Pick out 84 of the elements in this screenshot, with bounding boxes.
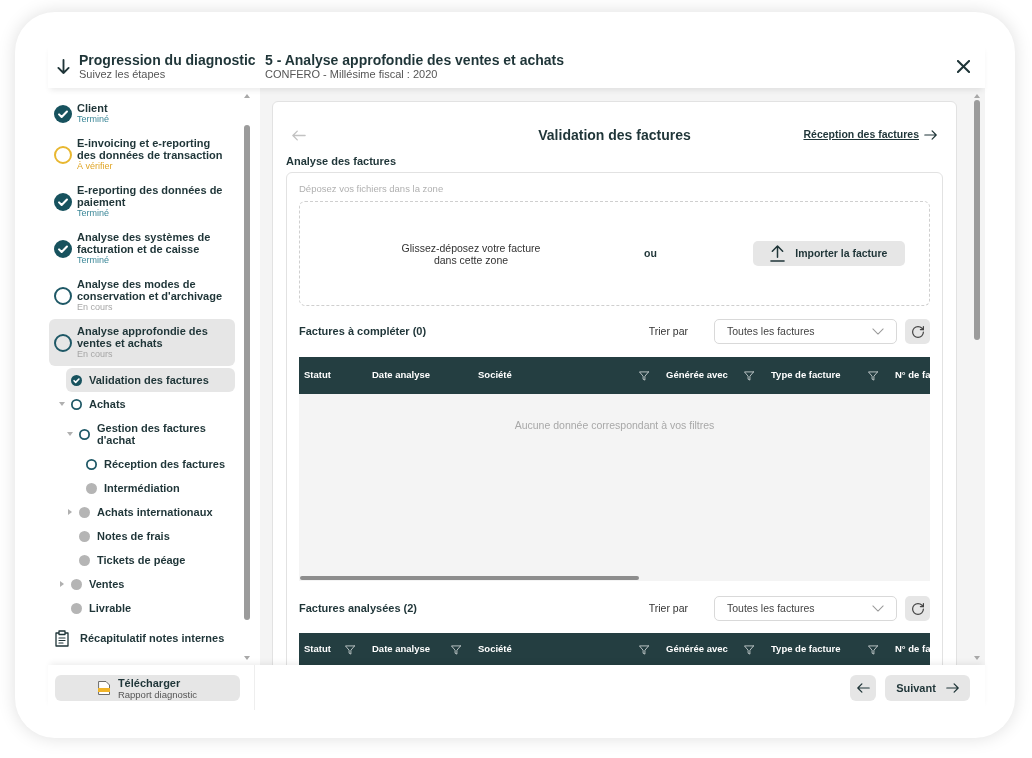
sidebar-subitem[interactable]: Ventes — [66, 572, 235, 596]
sidebar-step[interactable]: E-reporting des données de paiement Terminé — [49, 178, 235, 225]
notes-link[interactable]: Récapitulatif notes internes — [55, 628, 235, 648]
filter-icon[interactable] — [868, 370, 878, 381]
sidebar-step[interactable]: Client Terminé — [49, 96, 235, 131]
arrow-left-icon — [856, 683, 870, 693]
sidebar-subitem[interactable]: Tickets de péage — [74, 548, 235, 572]
page-subtitle: CONFERO - Millésime fiscal : 2020 — [265, 68, 439, 81]
scroll-down-icon[interactable] — [974, 656, 980, 660]
close-icon[interactable] — [957, 60, 970, 73]
arrow-right-icon — [945, 683, 959, 693]
column-header: N° de fa — [895, 368, 930, 383]
refresh-icon — [911, 602, 924, 615]
dropzone-hint: Déposez vos fichiers dans la zone — [299, 183, 445, 195]
sort-select[interactable]: Toutes les factures — [714, 596, 897, 621]
sidebar-subitem[interactable]: Validation des factures — [66, 368, 235, 392]
sidebar-subitem[interactable]: Achats — [66, 392, 235, 416]
column-header: Date analyse — [372, 368, 431, 383]
upload-icon — [770, 245, 786, 262]
filter-icon[interactable] — [345, 644, 355, 655]
arrow-down-icon[interactable] — [57, 59, 70, 74]
horizontal-scrollbar-thumb[interactable] — [300, 576, 639, 580]
sort-label: Trier par — [648, 600, 688, 616]
filter-icon[interactable] — [639, 644, 649, 655]
chevron-down-icon — [872, 328, 884, 335]
dropzone[interactable]: Glissez-déposez votre facture dans cette zone ou Importer la facture — [299, 201, 930, 306]
column-header: Statut — [304, 368, 331, 383]
table-title: Factures analysées (2) — [299, 601, 417, 617]
sidebar-step[interactable]: Analyse approfondie des ventes et achats En cours — [49, 319, 235, 366]
caret-right-icon[interactable] — [67, 509, 72, 515]
scrollbar-thumb[interactable] — [244, 125, 250, 620]
caret-down-icon[interactable] — [58, 402, 65, 406]
dropzone-text: Glissez-déposez votre facture dans cette zone — [400, 241, 542, 266]
column-header: Générée avec — [666, 642, 728, 657]
refresh-button[interactable] — [905, 319, 930, 344]
filter-icon[interactable] — [744, 370, 754, 381]
sidebar-subitem[interactable]: Gestion des factures d'achat — [74, 416, 235, 452]
pdf-file-icon — [97, 681, 110, 695]
sort-label: Trier par — [648, 323, 688, 339]
scrollbar-thumb[interactable] — [974, 100, 980, 340]
column-header: Statut — [304, 642, 331, 657]
sidebar-subitem[interactable]: Achats internationaux — [74, 500, 235, 524]
scroll-up-icon[interactable] — [974, 94, 980, 98]
column-header: Type de facture — [771, 642, 841, 657]
empty-message: Aucune donnée correspondant à vos filtres — [513, 418, 716, 433]
column-header: Date analyse — [372, 642, 431, 657]
next-step-link[interactable]: Réception des factures — [803, 127, 937, 143]
chevron-down-icon — [872, 605, 884, 612]
column-header: Type de facture — [771, 368, 841, 383]
import-button[interactable]: Importer la facture — [752, 241, 905, 266]
sidebar-subitem[interactable]: Réception des factures — [81, 452, 235, 476]
column-header: Générée avec — [666, 368, 728, 383]
sidebar-title: Progression du diagnostic — [79, 52, 256, 68]
refresh-icon — [911, 325, 924, 338]
previous-button[interactable] — [850, 675, 876, 701]
column-header: N° de fa — [895, 642, 930, 657]
sidebar-step[interactable]: Analyse des systèmes de facturation et de caisse Terminé — [49, 225, 235, 272]
sidebar-subitem[interactable]: Intermédiation — [81, 476, 235, 500]
scroll-down-icon[interactable] — [244, 656, 250, 660]
arrow-right-icon — [924, 130, 937, 140]
or-text: ou — [644, 245, 657, 261]
filter-icon[interactable] — [744, 644, 754, 655]
table-title: Factures à compléter (0) — [299, 324, 427, 340]
download-button[interactable]: Télécharger Rapport diagnostic — [55, 675, 240, 701]
caret-down-icon[interactable] — [66, 432, 73, 436]
sidebar-subtitle: Suivez les étapes — [79, 68, 167, 81]
clipboard-icon — [55, 629, 69, 647]
next-button[interactable]: Suivant — [885, 675, 970, 701]
scroll-up-icon[interactable] — [244, 94, 250, 98]
filter-icon[interactable] — [451, 644, 461, 655]
sidebar-subitem[interactable]: Notes de frais — [74, 524, 235, 548]
subsection-title: Analyse des factures — [286, 155, 398, 167]
sidebar-step[interactable]: E-invoicing et e-reporting des données de transaction À vérifier — [49, 131, 235, 178]
filter-icon[interactable] — [639, 370, 649, 381]
filter-icon[interactable] — [868, 644, 878, 655]
sort-select[interactable]: Toutes les factures — [714, 319, 897, 344]
refresh-button[interactable] — [905, 596, 930, 621]
caret-right-icon[interactable] — [59, 581, 64, 587]
sidebar-subitem[interactable]: Livrable — [66, 596, 235, 620]
column-header: Société — [478, 368, 512, 383]
column-header: Société — [478, 642, 512, 657]
sidebar-step[interactable]: Analyse des modes de conservation et d'archivage En cours — [49, 272, 235, 319]
page-title: 5 - Analyse approfondie des ventes et achats — [265, 52, 565, 68]
section-heading: Validation des factures — [538, 125, 691, 145]
